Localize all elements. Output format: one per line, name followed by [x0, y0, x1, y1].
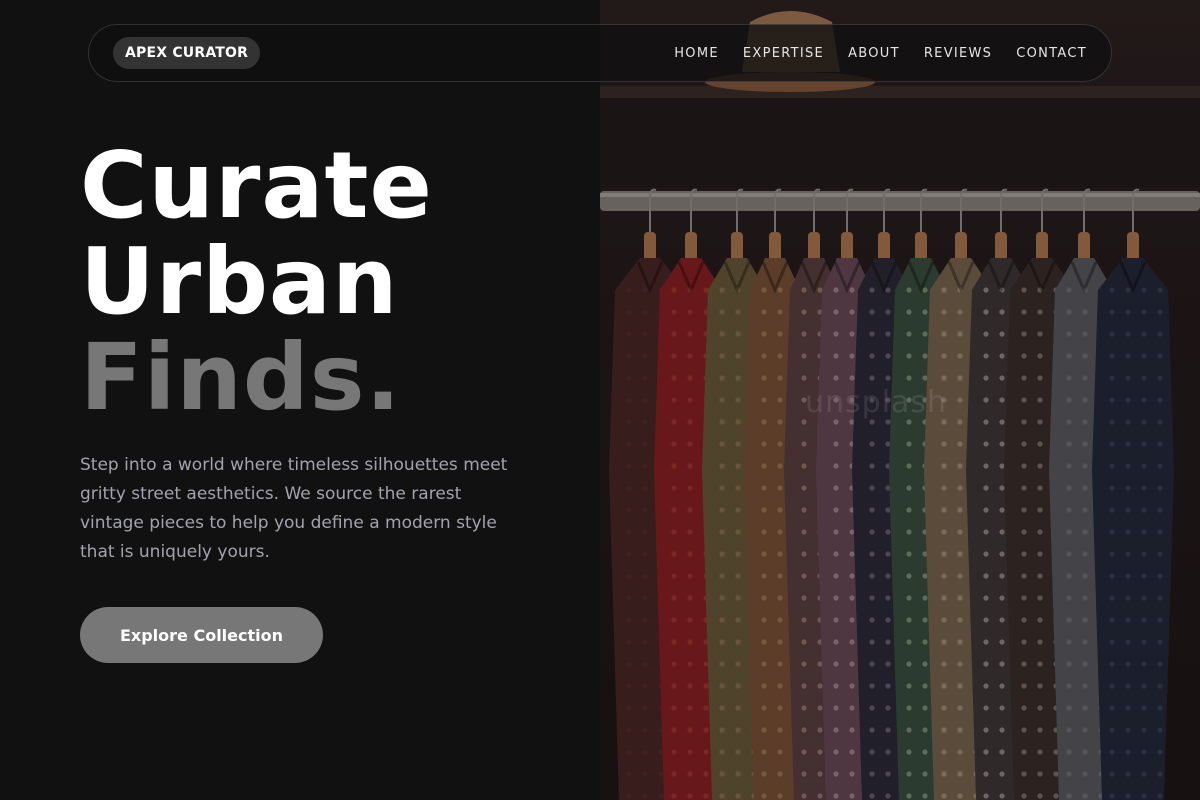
- hero-headline: Curate Urban Finds.: [80, 138, 433, 426]
- nav-link-about[interactable]: ABOUT: [848, 46, 900, 61]
- nav-link-reviews[interactable]: REVIEWS: [924, 46, 992, 61]
- photo-watermark: unsplash: [805, 385, 948, 420]
- headline-line-3: Finds.: [80, 324, 402, 431]
- nav-link-contact[interactable]: CONTACT: [1016, 46, 1087, 61]
- explore-collection-button[interactable]: Explore Collection: [80, 607, 323, 663]
- hero-description: Step into a world where timeless silhoue…: [80, 455, 508, 562]
- nav-link-expertise[interactable]: EXPERTISE: [743, 46, 824, 61]
- brand-logo[interactable]: APEX CURATOR: [113, 37, 261, 69]
- top-navigation: APEX CURATOR HOME EXPERTISE ABOUT REVIEW…: [88, 24, 1112, 82]
- nav-link-home[interactable]: HOME: [674, 46, 719, 61]
- headline-line-1: Curate: [80, 132, 433, 239]
- headline-line-2: Urban: [80, 228, 399, 335]
- nav-links: HOME EXPERTISE ABOUT REVIEWS CONTACT: [674, 46, 1087, 61]
- hero-photo: unsplash: [600, 0, 1200, 800]
